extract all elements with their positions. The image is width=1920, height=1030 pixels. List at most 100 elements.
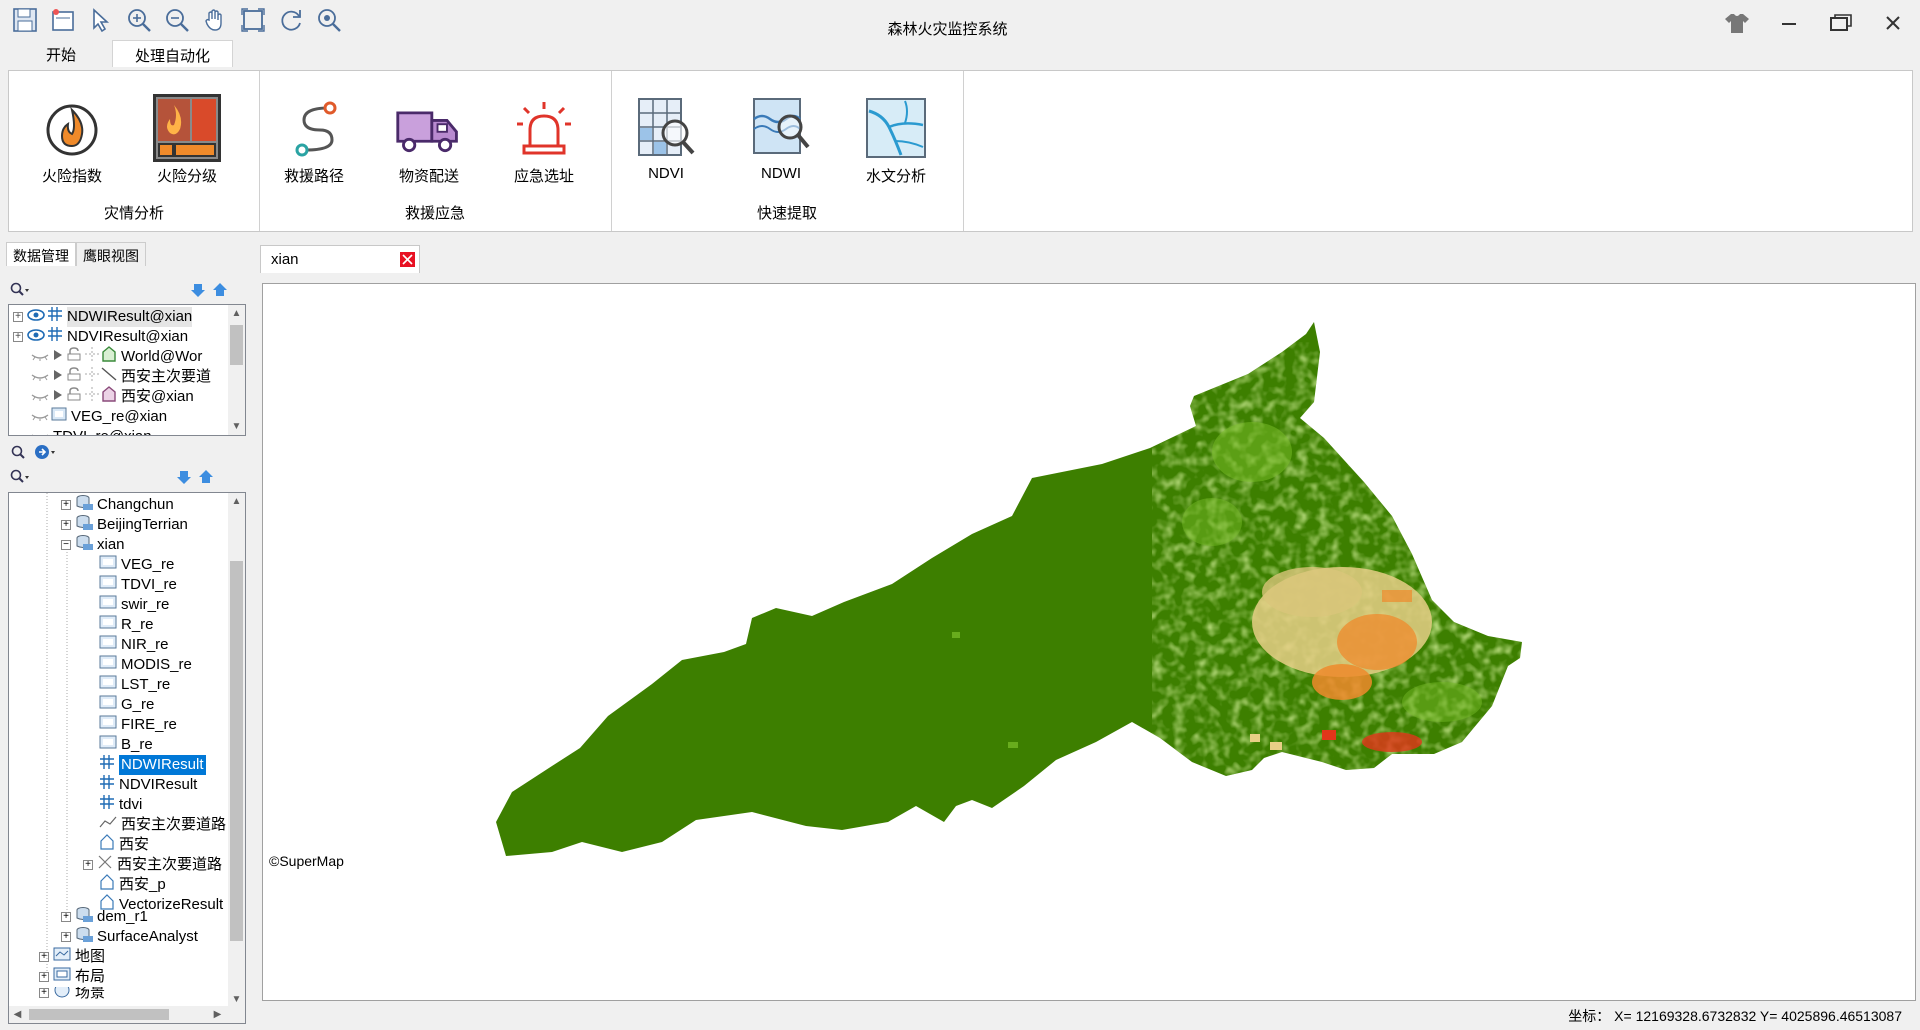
- scroll-left-icon[interactable]: ◀: [9, 1006, 26, 1023]
- dataset-icon: [99, 635, 117, 655]
- map-tab[interactable]: xian: [260, 245, 420, 273]
- tab-automation[interactable]: 处理自动化: [112, 40, 234, 67]
- layer-item[interactable]: + NDVIResult@xian: [13, 327, 188, 347]
- scroll-right-icon[interactable]: ▶: [209, 1006, 226, 1023]
- expand-icon[interactable]: +: [13, 332, 23, 342]
- play-icon: [53, 387, 63, 407]
- tree-datasource[interactable]: + BeijingTerrian: [61, 515, 188, 535]
- maximize-icon[interactable]: [1824, 6, 1858, 40]
- tree-dataset[interactable]: 西安_p: [99, 874, 166, 895]
- tree-dataset[interactable]: MODIS_re: [99, 655, 192, 675]
- ndvi-button[interactable]: NDVI: [611, 93, 721, 182]
- tree-datasource[interactable]: + SurfaceAnalyst: [61, 927, 198, 947]
- tree-vertical-scrollbar[interactable]: ▲ ▼: [228, 493, 245, 1008]
- close-icon[interactable]: [1876, 6, 1910, 40]
- expand-icon[interactable]: +: [13, 312, 23, 322]
- tab-data-management[interactable]: 数据管理: [6, 242, 76, 266]
- expand-icon[interactable]: +: [61, 912, 71, 922]
- fire-index-button[interactable]: 火险指数: [17, 93, 127, 186]
- tree-dataset[interactable]: swir_re: [99, 595, 169, 615]
- crosshair-icon: [85, 387, 99, 407]
- scroll-up-icon[interactable]: ▲: [228, 305, 245, 322]
- tab-overview[interactable]: 鹰眼视图: [76, 242, 146, 266]
- emergency-siting-button[interactable]: 应急选址: [489, 93, 599, 186]
- tree-folder-scenes[interactable]: + 场景: [39, 987, 105, 999]
- eye-closed-icon[interactable]: [31, 407, 49, 427]
- group-title: 快速提取: [756, 205, 817, 222]
- tree-dataset[interactable]: VEG_re: [99, 555, 174, 575]
- expand-icon[interactable]: +: [39, 952, 49, 962]
- search-icon[interactable]: [10, 282, 30, 301]
- minimize-icon[interactable]: [1772, 6, 1806, 40]
- tree-dataset[interactable]: NIR_re: [99, 635, 169, 655]
- scroll-thumb[interactable]: [230, 561, 243, 941]
- route-icon: [279, 93, 349, 163]
- collapse-icon[interactable]: −: [61, 540, 71, 550]
- layer-item[interactable]: TDVI_re@xian: [31, 427, 152, 435]
- tree-folder-maps[interactable]: + 地图: [39, 947, 105, 967]
- rescue-route-button[interactable]: 救援路径: [259, 93, 369, 186]
- map-folder-icon: [53, 946, 71, 968]
- fire-grading-button[interactable]: 火险分级: [132, 93, 242, 186]
- scroll-thumb[interactable]: [29, 1009, 169, 1020]
- skin-icon[interactable]: [1720, 6, 1754, 40]
- layer-item[interactable]: VEG_re@xian: [31, 407, 167, 427]
- layer-list-scrollbar[interactable]: ▲ ▼: [228, 305, 245, 435]
- expand-icon[interactable]: +: [39, 988, 49, 998]
- layer-item[interactable]: 西安主次要道: [31, 367, 211, 387]
- close-tab-icon[interactable]: [400, 252, 415, 267]
- move-down-icon[interactable]: [190, 282, 206, 301]
- database-icon: [75, 906, 93, 928]
- tree-datasource[interactable]: + dem_r1: [61, 907, 148, 927]
- group-title: 救援应急: [404, 205, 465, 222]
- eye-closed-icon[interactable]: [31, 387, 49, 407]
- tree-datasource[interactable]: − xian: [61, 535, 125, 555]
- workspace-tree: + Changchun + BeijingTerrian − xian VEG_…: [8, 492, 246, 1024]
- tab-start[interactable]: 开始: [24, 40, 98, 66]
- tree-horizontal-scrollbar[interactable]: ◀ ▶: [9, 1006, 245, 1023]
- tree-dataset[interactable]: + 西安主次要道路: [83, 855, 222, 875]
- navigate-icon[interactable]: [34, 444, 58, 463]
- tree-dataset[interactable]: FIRE_re: [99, 715, 177, 735]
- tree-dataset[interactable]: 西安: [99, 834, 149, 855]
- tree-dataset[interactable]: LST_re: [99, 675, 170, 695]
- dataset-label: 西安主次要道路: [117, 856, 223, 873]
- layer-item[interactable]: 西安@xian: [31, 386, 194, 407]
- expand-icon[interactable]: +: [61, 500, 71, 510]
- tree-datasource[interactable]: + Changchun: [61, 495, 174, 515]
- map-view[interactable]: ©SuperMap: [262, 283, 1916, 1001]
- supply-delivery-button[interactable]: 物资配送: [374, 93, 484, 186]
- layer-item[interactable]: World@Wor: [31, 346, 202, 367]
- move-up-icon[interactable]: [212, 282, 228, 301]
- search-icon[interactable]: [10, 444, 28, 463]
- scroll-thumb[interactable]: [230, 325, 243, 365]
- eye-closed-icon[interactable]: [31, 367, 49, 387]
- ndwi-button[interactable]: NDWI: [726, 93, 836, 182]
- search-icon[interactable]: [10, 469, 30, 488]
- tree-folder-layouts[interactable]: + 布局: [39, 967, 105, 987]
- eye-icon[interactable]: [27, 327, 45, 347]
- move-down-icon[interactable]: [176, 469, 192, 488]
- tree-dataset[interactable]: G_re: [99, 695, 154, 715]
- eye-closed-icon[interactable]: [31, 427, 49, 435]
- eye-closed-icon[interactable]: [31, 347, 49, 367]
- tree-dataset[interactable]: TDVI_re: [99, 575, 177, 595]
- tree-dataset[interactable]: tdvi: [99, 795, 142, 815]
- play-icon: [53, 367, 63, 387]
- move-up-icon[interactable]: [198, 469, 214, 488]
- scroll-up-icon[interactable]: ▲: [228, 493, 245, 510]
- expand-icon[interactable]: +: [61, 932, 71, 942]
- scroll-down-icon[interactable]: ▼: [228, 418, 245, 435]
- expand-icon[interactable]: +: [39, 972, 49, 982]
- tree-dataset[interactable]: 西安主次要道路: [99, 815, 226, 835]
- tree-dataset[interactable]: NDVIResult: [99, 775, 197, 795]
- expand-icon[interactable]: +: [61, 520, 71, 530]
- ndwi-icon: [746, 93, 816, 163]
- layer-item[interactable]: + NDWIResult@xian: [13, 307, 193, 327]
- expand-icon[interactable]: +: [83, 860, 93, 870]
- eye-icon[interactable]: [27, 307, 45, 327]
- tree-dataset[interactable]: NDWIResult: [99, 755, 206, 775]
- hydrology-button[interactable]: 水文分析: [841, 93, 951, 186]
- tree-dataset[interactable]: B_re: [99, 735, 153, 755]
- tree-dataset[interactable]: R_re: [99, 615, 154, 635]
